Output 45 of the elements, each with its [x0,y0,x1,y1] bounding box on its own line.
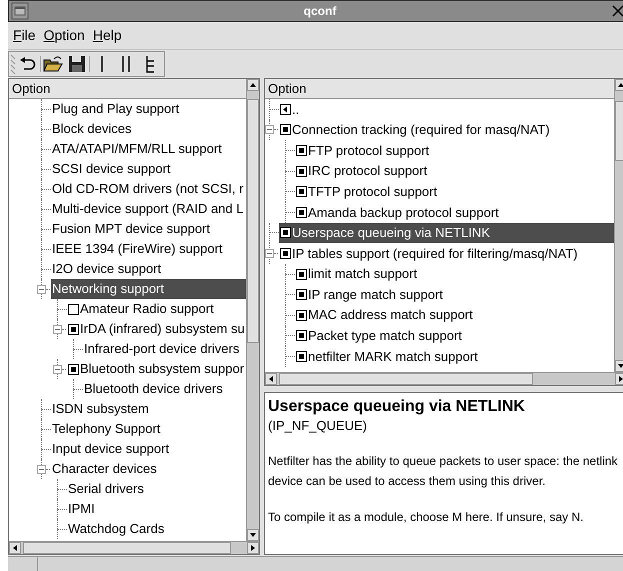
tree-item[interactable]: Block devices [51,119,246,139]
tree-item[interactable]: Bluetooth device drivers [83,379,246,399]
tree-item[interactable]: Bluetooth subsystem suppor [67,359,246,379]
tree-item[interactable]: Multi-device support (RAID and L [51,199,246,219]
tree-item[interactable]: MAC address match support [295,304,614,326]
tree-item[interactable]: Plug and Play support [51,99,246,119]
menu-item[interactable]: Help [92,25,122,46]
tree-item[interactable]: Serial drivers [67,479,246,499]
column-header[interactable]: Option [265,79,614,99]
symbol-name: (IP_NF_QUEUE) [268,417,368,435]
tree-item[interactable]: ATA/ATAPI/MFM/RLL support [51,139,246,159]
tree-item[interactable]: Connection tracking (required for masq/NAT) [279,120,614,140]
tree-item[interactable]: Packet type match support [295,326,614,346]
tree-item[interactable]: SCSI device support [51,159,246,179]
tree-item[interactable]: Amanda backup protocol support [295,202,614,223]
tree-item[interactable]: Old CD-ROM drivers (not SCSI, r [51,179,246,199]
tree-item[interactable]: Telephony Support [51,419,246,439]
tree-item[interactable]: .. [279,99,614,120]
tree-item[interactable]: Infrared-port device drivers [83,339,246,359]
tree-item[interactable]: TFTP protocol support [295,181,614,202]
tree-item[interactable]: Networking support [51,279,246,299]
tree-item[interactable]: IP tables support (required for filtering/masq/NAT) [279,243,614,264]
tree-item[interactable]: Input device support [51,439,246,459]
help-text: Netfilter has the ability to queue packets to user space: the netlink device can be used to access them using this driver. [268,453,619,490]
tree-item[interactable]: IP range match support [295,284,614,305]
window-title: qconf [304,3,336,20]
tree-item[interactable]: IrDA (infrared) subsystem su [67,319,246,339]
tree-item[interactable]: ISDN subsystem [51,399,246,419]
tree-item[interactable]: Amateur Radio support [67,299,246,319]
tree-item[interactable]: Userspace queueing via NETLINK [279,222,614,244]
tree-item[interactable]: IPMI [67,499,246,519]
tree-item[interactable]: limit match support [295,264,614,284]
tree-item[interactable]: IEEE 1394 (FireWire) support [51,239,246,259]
column-header[interactable]: Option [9,79,246,99]
tree-item[interactable]: Character devices [51,459,246,479]
tree-item[interactable]: IRC protocol support [295,160,614,182]
tree-item[interactable]: FTP protocol support [295,140,614,161]
tree-item[interactable]: I2O device support [51,259,246,279]
menu-item[interactable]: File [13,25,36,46]
help-title: Userspace queueing via NETLINK [268,397,526,417]
help-text: To compile it as a module, choose M here. If unsure, say N. [268,509,584,526]
tree-item[interactable]: Fusion MPT device support [51,219,246,239]
tree-item[interactable]: netfilter MARK match support [295,346,614,367]
tree-item[interactable]: Watchdog Cards [67,519,246,539]
menu-item[interactable]: Option [44,25,85,46]
